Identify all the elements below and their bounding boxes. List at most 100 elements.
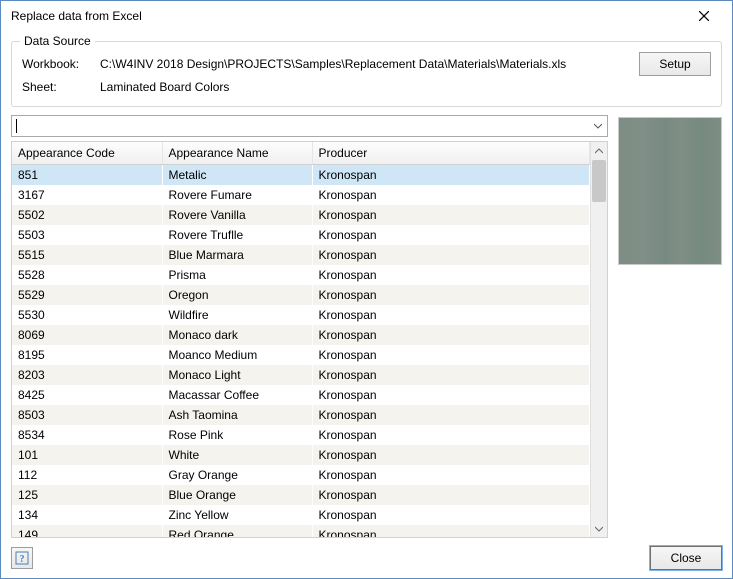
cell-producer: Kronospan — [312, 385, 590, 405]
header-producer[interactable]: Producer — [312, 142, 590, 165]
cell-producer: Kronospan — [312, 465, 590, 485]
close-icon — [699, 11, 709, 21]
cell-name: Rovere Truflle — [162, 225, 312, 245]
table-row[interactable]: 851MetalicKronospan — [12, 165, 590, 185]
scroll-down-button[interactable] — [591, 520, 607, 537]
table-row[interactable]: 8503Ash TaominaKronospan — [12, 405, 590, 425]
table-row[interactable]: 134Zinc YellowKronospan — [12, 505, 590, 525]
cell-name: Wildfire — [162, 305, 312, 325]
data-table: Appearance Code Appearance Name Producer… — [12, 142, 590, 537]
table-row[interactable]: 125Blue OrangeKronospan — [12, 485, 590, 505]
combo-dropdown-button[interactable] — [589, 116, 607, 136]
data-source-group: Data Source Workbook: C:\W4INV 2018 Desi… — [11, 41, 722, 107]
cell-code: 134 — [12, 505, 162, 525]
scroll-thumb[interactable] — [592, 160, 606, 202]
window-close-button[interactable] — [684, 2, 724, 30]
cell-code: 125 — [12, 485, 162, 505]
sheet-row: Sheet: Laminated Board Colors — [22, 80, 711, 94]
cell-name: Blue Orange — [162, 485, 312, 505]
sheet-value: Laminated Board Colors — [100, 80, 711, 94]
footer: ? Close — [1, 538, 732, 578]
cell-name: Prisma — [162, 265, 312, 285]
table-row[interactable]: 8534Rose PinkKronospan — [12, 425, 590, 445]
table-row[interactable]: 149Red OrangeKronospan — [12, 525, 590, 538]
cell-code: 5529 — [12, 285, 162, 305]
cell-code: 8069 — [12, 325, 162, 345]
cell-name: Rose Pink — [162, 425, 312, 445]
table-row[interactable]: 112Gray OrangeKronospan — [12, 465, 590, 485]
cell-producer: Kronospan — [312, 185, 590, 205]
search-combo[interactable] — [11, 115, 608, 137]
cell-producer: Kronospan — [312, 225, 590, 245]
help-button[interactable]: ? — [11, 547, 33, 569]
table-row[interactable]: 8203Monaco LightKronospan — [12, 365, 590, 385]
cell-code: 8425 — [12, 385, 162, 405]
scroll-up-button[interactable] — [591, 142, 607, 159]
content-area: Data Source Workbook: C:\W4INV 2018 Desi… — [1, 31, 732, 538]
help-icon: ? — [15, 551, 29, 565]
table-header-row: Appearance Code Appearance Name Producer — [12, 142, 590, 165]
data-table-wrap: Appearance Code Appearance Name Producer… — [11, 141, 608, 538]
cell-name: Blue Marmara — [162, 245, 312, 265]
cell-code: 5528 — [12, 265, 162, 285]
table-row[interactable]: 3167Rovere FumareKronospan — [12, 185, 590, 205]
cell-name: Rovere Fumare — [162, 185, 312, 205]
cell-producer: Kronospan — [312, 325, 590, 345]
cell-producer: Kronospan — [312, 165, 590, 185]
cell-code: 101 — [12, 445, 162, 465]
cell-code: 8203 — [12, 365, 162, 385]
cell-producer: Kronospan — [312, 365, 590, 385]
table-row[interactable]: 8195Moanco MediumKronospan — [12, 345, 590, 365]
title-bar: Replace data from Excel — [1, 1, 732, 31]
chevron-down-icon — [595, 526, 603, 532]
cell-code: 149 — [12, 525, 162, 538]
cell-code: 8195 — [12, 345, 162, 365]
vertical-scrollbar[interactable] — [590, 142, 607, 537]
table-row[interactable]: 5528PrismaKronospan — [12, 265, 590, 285]
dialog-window: Replace data from Excel Data Source Work… — [0, 0, 733, 579]
cell-name: Moanco Medium — [162, 345, 312, 365]
cell-name: Red Orange — [162, 525, 312, 538]
cell-code: 5530 — [12, 305, 162, 325]
table-row[interactable]: 101WhiteKronospan — [12, 445, 590, 465]
text-cursor — [16, 119, 17, 133]
cell-name: Zinc Yellow — [162, 505, 312, 525]
cell-code: 8534 — [12, 425, 162, 445]
cell-producer: Kronospan — [312, 425, 590, 445]
chevron-up-icon — [595, 148, 603, 154]
cell-producer: Kronospan — [312, 445, 590, 465]
material-preview — [618, 117, 722, 265]
setup-button[interactable]: Setup — [639, 52, 711, 76]
cell-code: 8503 — [12, 405, 162, 425]
header-appearance-code[interactable]: Appearance Code — [12, 142, 162, 165]
cell-producer: Kronospan — [312, 485, 590, 505]
search-input[interactable] — [12, 116, 589, 136]
svg-text:?: ? — [20, 554, 25, 565]
table-row[interactable]: 5502Rovere VanillaKronospan — [12, 205, 590, 225]
cell-name: Ash Taomina — [162, 405, 312, 425]
table-row[interactable]: 5529OregonKronospan — [12, 285, 590, 305]
cell-producer: Kronospan — [312, 525, 590, 538]
left-pane: Appearance Code Appearance Name Producer… — [11, 115, 608, 538]
cell-name: Macassar Coffee — [162, 385, 312, 405]
table-row[interactable]: 5530WildfireKronospan — [12, 305, 590, 325]
table-row[interactable]: 5503Rovere TruflleKronospan — [12, 225, 590, 245]
chevron-down-icon — [594, 123, 602, 129]
cell-name: Monaco Light — [162, 365, 312, 385]
close-button[interactable]: Close — [650, 546, 722, 570]
cell-producer: Kronospan — [312, 285, 590, 305]
cell-code: 5503 — [12, 225, 162, 245]
header-appearance-name[interactable]: Appearance Name — [162, 142, 312, 165]
cell-name: Gray Orange — [162, 465, 312, 485]
cell-name: Metalic — [162, 165, 312, 185]
cell-code: 5515 — [12, 245, 162, 265]
data-table-inner: Appearance Code Appearance Name Producer… — [12, 142, 590, 537]
main-row: Appearance Code Appearance Name Producer… — [11, 115, 722, 538]
cell-producer: Kronospan — [312, 505, 590, 525]
table-row[interactable]: 8425Macassar CoffeeKronospan — [12, 385, 590, 405]
data-source-legend: Data Source — [20, 34, 95, 48]
cell-code: 3167 — [12, 185, 162, 205]
table-row[interactable]: 8069Monaco darkKronospan — [12, 325, 590, 345]
table-row[interactable]: 5515Blue MarmaraKronospan — [12, 245, 590, 265]
cell-code: 112 — [12, 465, 162, 485]
